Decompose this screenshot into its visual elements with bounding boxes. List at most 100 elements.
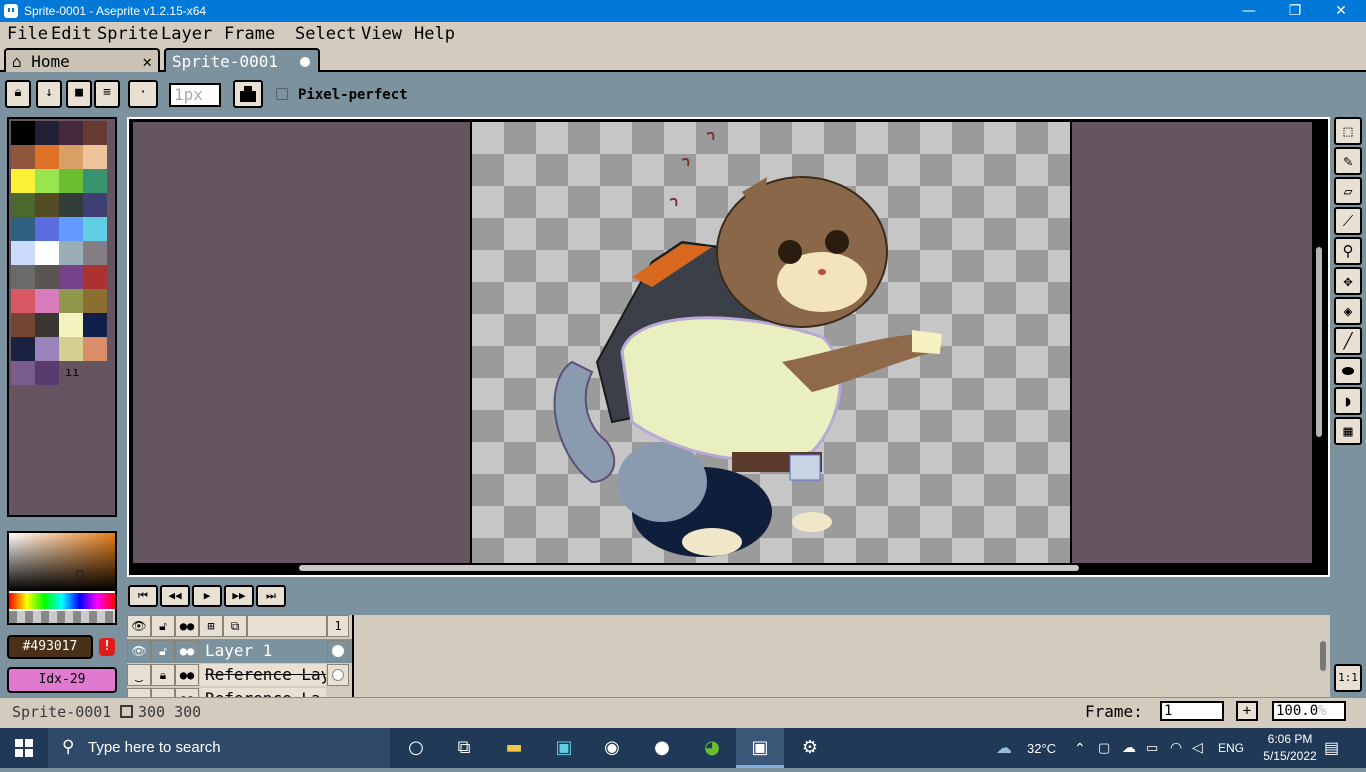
weather-temp[interactable]: 32°C xyxy=(1027,741,1056,756)
palette-swatch[interactable] xyxy=(11,217,35,241)
vertical-scrollbar[interactable] xyxy=(1312,122,1326,563)
brush-shape-button[interactable]: · xyxy=(128,80,158,108)
move-tool[interactable]: ✥ xyxy=(1334,267,1362,295)
tab-sprite[interactable]: Sprite-0001 xyxy=(164,48,320,72)
task-view-icon[interactable]: ⧉ xyxy=(440,728,488,768)
first-frame-button[interactable]: ⏮ xyxy=(128,585,158,607)
warning-icon[interactable]: ! xyxy=(99,638,115,656)
pencil-tool[interactable]: ✎ xyxy=(1334,147,1362,175)
language-indicator[interactable]: ENG xyxy=(1218,741,1244,755)
unlock-icon[interactable]: 🔓︎ xyxy=(151,640,175,662)
lock-icon[interactable]: 🔒︎ xyxy=(151,688,175,697)
hidden-eye-icon[interactable]: ‿ xyxy=(127,688,151,697)
paint-bucket-tool[interactable]: ◈ xyxy=(1334,297,1362,325)
battery-icon[interactable]: ▭ xyxy=(1146,740,1158,756)
zoom-input[interactable]: 100.0% xyxy=(1272,701,1346,721)
palette-swatch[interactable] xyxy=(35,265,59,289)
palette-swatch[interactable] xyxy=(11,289,35,313)
sprite-canvas[interactable] xyxy=(470,122,1072,563)
layer-row-1[interactable]: 👁︎ 🔓︎ ●● Layer 1 xyxy=(127,639,352,663)
layer-name[interactable]: Layer 1 xyxy=(200,640,326,662)
chrome-icon[interactable]: ◕ xyxy=(688,728,736,768)
camera-icon[interactable]: ◉ xyxy=(588,728,636,768)
palette-swatch[interactable] xyxy=(59,241,83,265)
clock-date[interactable]: 5/15/2022 xyxy=(1252,749,1328,763)
hue-slider[interactable] xyxy=(9,593,115,609)
chevron-up-icon[interactable]: ⌃ xyxy=(1074,740,1086,757)
palette-swatch[interactable] xyxy=(83,337,107,361)
onion-range-icon[interactable]: ⧉ xyxy=(223,615,247,637)
layer-name[interactable]: Reference La xyxy=(200,688,326,697)
timeline-cel-area[interactable] xyxy=(352,615,1330,697)
close-button[interactable]: ✕ xyxy=(1318,0,1364,22)
palette-swatch[interactable] xyxy=(59,337,83,361)
layer-name[interactable]: Reference Lay xyxy=(200,664,326,686)
settings-icon[interactable]: ⚙ xyxy=(786,728,834,768)
timeline-scroll-thumb[interactable] xyxy=(1320,641,1326,671)
palette-swatch[interactable] xyxy=(83,145,107,169)
palette-swatch[interactable] xyxy=(83,217,107,241)
palette-swatch[interactable] xyxy=(11,145,35,169)
onedrive-icon[interactable]: ☁ xyxy=(1122,739,1136,756)
palette-swatch[interactable] xyxy=(35,169,59,193)
palette-swatch[interactable] xyxy=(59,289,83,313)
palette-swatch[interactable] xyxy=(83,265,107,289)
palette-swatch[interactable] xyxy=(59,169,83,193)
frame-input[interactable]: 1 xyxy=(1160,701,1224,721)
menu-select[interactable]: Select xyxy=(295,24,356,44)
window-title-bar[interactable]: Sprite-0001 - Aseprite v1.2.15-x64 — ❐ ✕ xyxy=(0,0,1366,22)
palette-options-icon[interactable]: ıı xyxy=(65,365,79,379)
palette-swatch[interactable] xyxy=(11,193,35,217)
palette-swatch[interactable] xyxy=(35,217,59,241)
start-button[interactable] xyxy=(0,728,48,768)
vertical-scroll-thumb[interactable] xyxy=(1316,247,1322,437)
palette-swatch[interactable] xyxy=(35,145,59,169)
zoom-1-1-button[interactable]: 1:1 xyxy=(1334,664,1362,692)
aseprite-taskbar-icon[interactable]: ▣ xyxy=(736,728,784,768)
layer-row-3[interactable]: ‿ 🔒︎ ●● Reference La xyxy=(127,687,352,697)
weather-icon[interactable]: ☁ xyxy=(996,738,1012,758)
ink-type-button[interactable] xyxy=(233,80,263,108)
play-button[interactable]: ▶ xyxy=(192,585,222,607)
palette-swatch[interactable] xyxy=(59,121,83,145)
brush-type-button[interactable]: ■ xyxy=(66,80,92,108)
restore-button[interactable]: ❐ xyxy=(1272,0,1318,22)
brush-options-button[interactable]: ≡ xyxy=(94,80,120,108)
drop-pixels-button[interactable]: ↓ xyxy=(36,80,62,108)
background-color-button[interactable]: Idx-29 xyxy=(7,667,117,693)
notification-icon[interactable]: ▤ xyxy=(1324,738,1339,758)
palette-swatch[interactable] xyxy=(11,169,35,193)
palette-swatch[interactable] xyxy=(11,241,35,265)
palette-swatch[interactable] xyxy=(11,313,35,337)
brush-size-input[interactable]: 1px xyxy=(169,83,221,107)
layer-row-2[interactable]: ‿ 🔒︎ ●● Reference Lay xyxy=(127,663,352,687)
palette-swatch[interactable] xyxy=(59,313,83,337)
foreground-color-button[interactable]: #493017 xyxy=(7,635,93,659)
palette-swatch[interactable] xyxy=(11,337,35,361)
continuous-icon[interactable]: ●● xyxy=(175,640,199,662)
menu-sprite[interactable]: Sprite xyxy=(97,24,158,44)
lock-header-icon[interactable]: 🔓︎ xyxy=(151,615,175,637)
line-tool[interactable]: ╱ xyxy=(1334,327,1362,355)
meet-now-icon[interactable]: ▢ xyxy=(1098,740,1110,756)
microphone-icon[interactable]: ● xyxy=(638,728,686,768)
ellipse-tool[interactable]: ⬬ xyxy=(1334,357,1362,385)
palette-swatch[interactable] xyxy=(35,241,59,265)
palette-swatch[interactable] xyxy=(83,241,107,265)
palette-swatch[interactable] xyxy=(83,289,107,313)
palette-swatch[interactable] xyxy=(35,289,59,313)
palette-swatch[interactable] xyxy=(35,361,59,385)
pixel-perfect-checkbox[interactable] xyxy=(276,88,288,100)
wifi-icon[interactable]: ◠ xyxy=(1170,739,1182,756)
taskbar-search-box[interactable]: ⚲ Type here to search xyxy=(48,728,390,768)
eyedropper-tool[interactable]: ⟋ xyxy=(1334,207,1362,235)
alpha-slider[interactable] xyxy=(9,611,115,623)
sprite-editor[interactable] xyxy=(127,117,1330,577)
continuous-icon[interactable]: ●● xyxy=(175,664,199,686)
palette-swatch[interactable] xyxy=(59,265,83,289)
rectangular-marquee-tool[interactable]: ⬚ xyxy=(1334,117,1362,145)
zoom-tool[interactable]: ⚲ xyxy=(1334,237,1362,265)
palette-swatch[interactable] xyxy=(35,313,59,337)
palette-swatch[interactable] xyxy=(11,121,35,145)
cel-icon[interactable] xyxy=(327,664,349,686)
